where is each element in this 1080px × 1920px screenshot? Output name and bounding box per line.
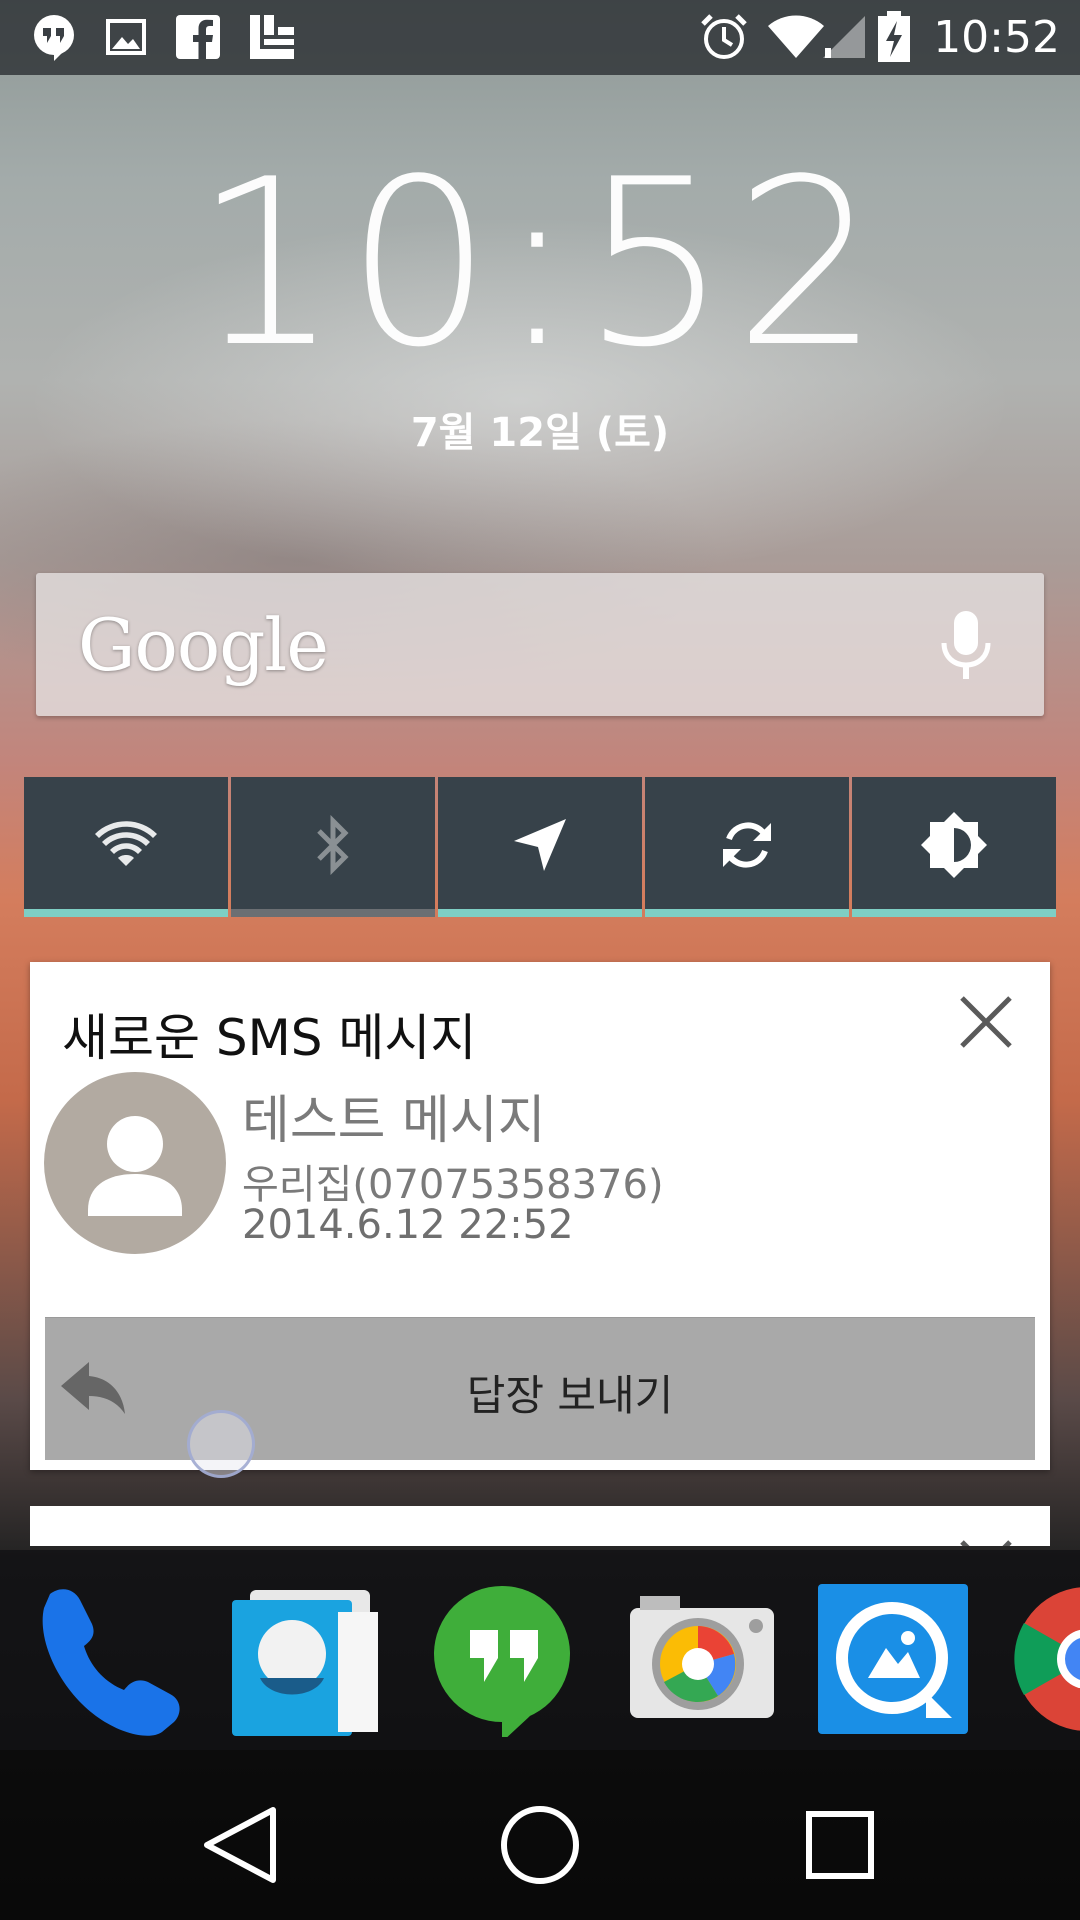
navigation-bar bbox=[0, 1750, 1080, 1920]
wifi-toggle-indicator bbox=[24, 909, 228, 917]
bluetooth-icon bbox=[313, 814, 353, 879]
status-bar-time: 10:52 bbox=[933, 12, 1060, 63]
app-dock bbox=[0, 1550, 1080, 1750]
notification-sender: 테스트 메시지 bbox=[242, 1091, 546, 1151]
brightness-icon bbox=[919, 810, 989, 884]
sync-icon bbox=[719, 817, 775, 877]
second-notification[interactable] bbox=[30, 1506, 1050, 1546]
battery-charging-icon bbox=[876, 11, 912, 62]
location-icon bbox=[512, 817, 568, 877]
bluetooth-toggle[interactable] bbox=[231, 777, 435, 917]
sync-toggle[interactable] bbox=[645, 777, 849, 917]
recents-button[interactable] bbox=[795, 1800, 885, 1890]
lockscreen-clock: 10:52 bbox=[193, 131, 887, 398]
home-button[interactable] bbox=[495, 1800, 585, 1890]
image-icon bbox=[104, 12, 148, 62]
alarm-icon bbox=[698, 12, 750, 62]
wifi-icon bbox=[95, 820, 157, 874]
contacts-app-icon[interactable] bbox=[230, 1582, 385, 1737]
notification-title: 새로운 SMS 메시지 bbox=[62, 1009, 477, 1067]
sync-toggle-indicator bbox=[645, 909, 849, 917]
mic-icon[interactable] bbox=[938, 611, 994, 681]
google-search-bar[interactable]: Google bbox=[36, 573, 1044, 716]
camera-app-icon[interactable] bbox=[620, 1582, 775, 1737]
lockscreen-date: 7월 12일 (토) bbox=[410, 410, 670, 456]
wifi-icon bbox=[766, 12, 826, 62]
phone-app-icon[interactable] bbox=[30, 1582, 185, 1737]
reply-label: 답장 보내기 bbox=[466, 1371, 674, 1420]
wifi-toggle[interactable] bbox=[24, 777, 228, 917]
back-button[interactable] bbox=[195, 1800, 285, 1890]
notification-time: 2014.6.12 22:52 bbox=[242, 1202, 574, 1248]
chrome-app-icon[interactable] bbox=[1010, 1582, 1080, 1737]
location-toggle[interactable] bbox=[438, 777, 642, 917]
avatar bbox=[44, 1072, 226, 1254]
touch-indicator bbox=[187, 1410, 255, 1478]
gallery-app-icon[interactable] bbox=[816, 1582, 971, 1737]
bluetooth-toggle-indicator bbox=[231, 909, 435, 917]
facebook-icon bbox=[174, 12, 222, 62]
signal-icon bbox=[820, 12, 868, 62]
sms-notification[interactable]: 새로운 SMS 메시지 테스트 메시지 우리집(07075358376) 201… bbox=[30, 962, 1050, 1470]
close-icon[interactable] bbox=[956, 1536, 1016, 1546]
google-logo: Google bbox=[78, 603, 329, 687]
brightness-toggle[interactable] bbox=[852, 777, 1056, 917]
status-bar: 10:52 bbox=[0, 0, 1080, 75]
hangouts-icon bbox=[28, 12, 80, 62]
quick-settings-toggles bbox=[24, 777, 1056, 917]
flipboard-icon bbox=[246, 12, 298, 62]
brightness-toggle-indicator bbox=[852, 909, 1056, 917]
close-icon[interactable] bbox=[956, 992, 1016, 1052]
location-toggle-indicator bbox=[438, 909, 642, 917]
hangouts-app-icon[interactable] bbox=[430, 1582, 585, 1742]
